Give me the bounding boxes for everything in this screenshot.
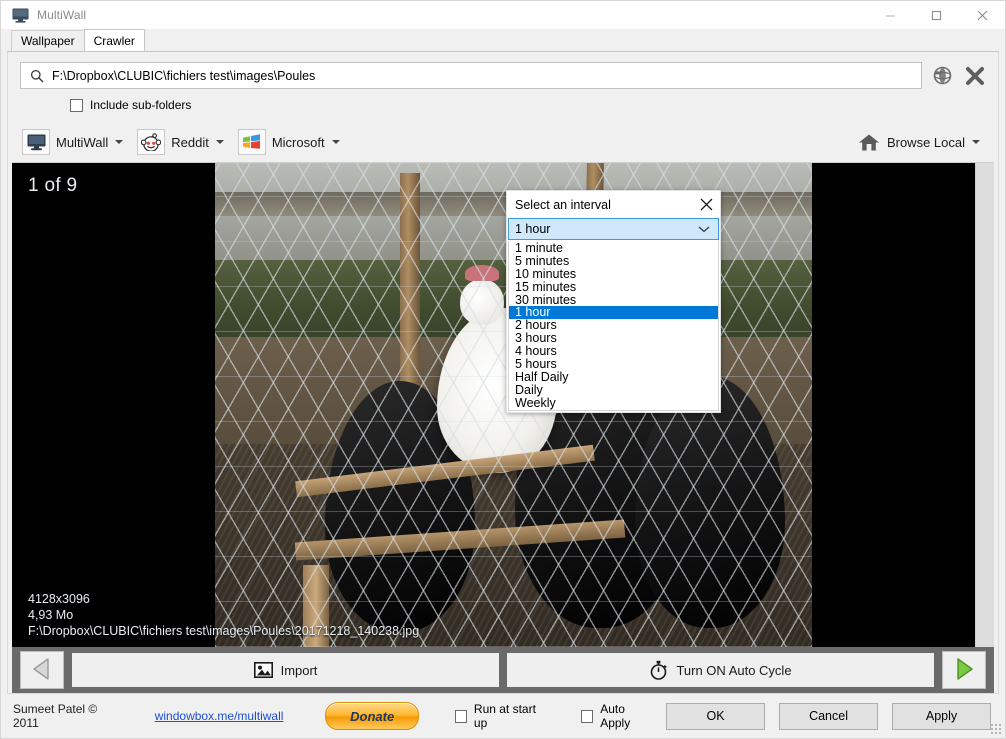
include-subfolders-row[interactable]: Include sub-folders bbox=[8, 89, 998, 112]
search-box[interactable] bbox=[20, 62, 922, 89]
image-counter: 1 of 9 bbox=[28, 175, 78, 196]
tab-wallpaper[interactable]: Wallpaper bbox=[11, 30, 85, 51]
tab-crawler[interactable]: Crawler bbox=[83, 29, 145, 51]
auto-apply-label: Auto Apply bbox=[600, 702, 631, 730]
import-button[interactable]: Import bbox=[72, 653, 499, 687]
dialog-title: Select an interval bbox=[515, 197, 611, 212]
auto-apply-checkbox[interactable] bbox=[581, 709, 594, 723]
browse-local-label: Browse Local bbox=[886, 134, 965, 150]
auto-cycle-label: Turn ON Auto Cycle bbox=[676, 662, 792, 678]
source-microsoft-label: Microsoft bbox=[271, 134, 325, 150]
stopwatch-icon bbox=[649, 660, 668, 680]
next-arrow-icon bbox=[953, 657, 975, 684]
donate-button[interactable]: Donate bbox=[325, 702, 419, 730]
previous-image-button[interactable] bbox=[20, 651, 64, 689]
interval-option[interactable]: 10 minutes bbox=[509, 267, 718, 281]
source-reddit-button[interactable]: Reddit bbox=[135, 127, 228, 157]
auto-apply-row[interactable]: Auto Apply bbox=[581, 702, 652, 730]
interval-option[interactable]: 15 minutes bbox=[509, 280, 718, 294]
tab-crawler-label: Crawler bbox=[93, 33, 135, 48]
resize-grip[interactable] bbox=[990, 723, 1002, 735]
footer-bar: Sumeet Patel © 2011 windowbox.me/multiwa… bbox=[1, 694, 1005, 738]
include-subfolders-label: Include sub-folders bbox=[90, 98, 192, 112]
globe-refresh-icon[interactable] bbox=[929, 63, 955, 89]
windows-icon bbox=[237, 129, 266, 155]
previous-arrow-icon bbox=[31, 657, 53, 684]
tab-wallpaper-label: Wallpaper bbox=[21, 34, 75, 48]
image-filesize: 4,93 Mo bbox=[28, 608, 74, 622]
crawler-panel: Include sub-folders MultiWall bbox=[7, 51, 999, 694]
source-multiwall-button[interactable]: MultiWall bbox=[20, 127, 127, 157]
search-input[interactable] bbox=[52, 63, 921, 88]
monitor-icon bbox=[11, 6, 29, 24]
interval-option[interactable]: Half Daily bbox=[509, 371, 718, 384]
action-bar: Import Turn ON Auto Cycle bbox=[12, 647, 994, 693]
chevron-down-icon[interactable] bbox=[698, 225, 710, 233]
import-label: Import bbox=[280, 662, 318, 678]
auto-cycle-button[interactable]: Turn ON Auto Cycle bbox=[507, 653, 934, 687]
run-at-startup-row[interactable]: Run at start up bbox=[454, 702, 545, 730]
run-at-startup-label: Run at start up bbox=[473, 702, 536, 730]
website-link[interactable]: windowbox.me/multiwall bbox=[155, 709, 284, 723]
cancel-label: Cancel bbox=[809, 709, 848, 723]
next-image-button[interactable] bbox=[942, 651, 986, 689]
interval-option[interactable]: 5 hours bbox=[509, 358, 718, 371]
select-interval-dialog: Select an interval 1 hour 1 minute 5 min… bbox=[506, 190, 721, 413]
reddit-icon bbox=[137, 129, 166, 155]
image-resolution: 4128x3096 bbox=[28, 592, 90, 606]
interval-option[interactable]: Weekly bbox=[509, 396, 718, 410]
chevron-down-icon[interactable] bbox=[972, 140, 980, 144]
source-microsoft-button[interactable]: Microsoft bbox=[236, 127, 344, 157]
window-controls bbox=[867, 1, 1005, 29]
search-icon bbox=[30, 69, 44, 83]
home-icon bbox=[858, 133, 880, 152]
source-bar: MultiWall Reddit Microsoft Browse Local bbox=[12, 122, 994, 163]
close-x-icon[interactable] bbox=[962, 63, 988, 89]
search-row bbox=[8, 52, 998, 89]
ok-button[interactable]: OK bbox=[666, 702, 766, 730]
browse-local-button[interactable]: Browse Local bbox=[858, 127, 986, 157]
dialog-header: Select an interval bbox=[507, 191, 720, 218]
image-icon bbox=[253, 662, 273, 678]
source-reddit-label: Reddit bbox=[171, 134, 209, 150]
ok-label: OK bbox=[706, 709, 725, 723]
image-viewer[interactable]: 1 of 9 4128x3096 4,93 Mo F:\Dropbox\CLUB… bbox=[12, 163, 994, 647]
tab-strip: Wallpaper Crawler bbox=[1, 29, 1005, 51]
image-filepath: F:\Dropbox\CLUBIC\fichiers test\images\P… bbox=[28, 624, 420, 638]
copyright-text: Sumeet Patel © 2011 bbox=[13, 702, 98, 730]
maximize-button[interactable] bbox=[913, 1, 959, 29]
viewer-scrollbar[interactable] bbox=[975, 163, 994, 647]
minimize-button[interactable] bbox=[867, 1, 913, 29]
chevron-down-icon[interactable] bbox=[115, 140, 124, 144]
window-title: MultiWall bbox=[37, 8, 87, 22]
title-bar: MultiWall bbox=[1, 1, 1005, 29]
monitor-icon bbox=[22, 129, 50, 155]
interval-combobox[interactable]: 1 hour bbox=[508, 218, 719, 240]
source-multiwall-label: MultiWall bbox=[56, 134, 109, 150]
chevron-down-icon[interactable] bbox=[331, 140, 340, 144]
interval-option[interactable]: 1 minute bbox=[509, 242, 718, 255]
cancel-button[interactable]: Cancel bbox=[779, 702, 879, 730]
interval-option-list[interactable]: 1 minute 5 minutes 10 minutes 15 minutes… bbox=[508, 241, 719, 411]
interval-option[interactable]: Daily bbox=[509, 383, 718, 397]
multiwall-window: MultiWall Wallpaper Crawler F:\Dropbox\C… bbox=[0, 0, 1006, 739]
include-subfolders-checkbox[interactable] bbox=[70, 98, 83, 112]
image-info: 4128x3096 4,93 Mo F:\Dropbox\CLUBIC\fich… bbox=[28, 591, 419, 639]
run-at-startup-checkbox[interactable] bbox=[454, 709, 467, 723]
close-button[interactable] bbox=[959, 1, 1005, 29]
apply-label: Apply bbox=[925, 709, 958, 723]
interval-option[interactable]: 5 minutes bbox=[509, 254, 718, 268]
close-x-icon[interactable] bbox=[692, 191, 720, 218]
apply-button[interactable]: Apply bbox=[892, 702, 992, 730]
interval-selected-value: 1 hour bbox=[515, 222, 551, 236]
chevron-down-icon[interactable] bbox=[215, 140, 224, 144]
donate-label: Donate bbox=[350, 708, 395, 724]
